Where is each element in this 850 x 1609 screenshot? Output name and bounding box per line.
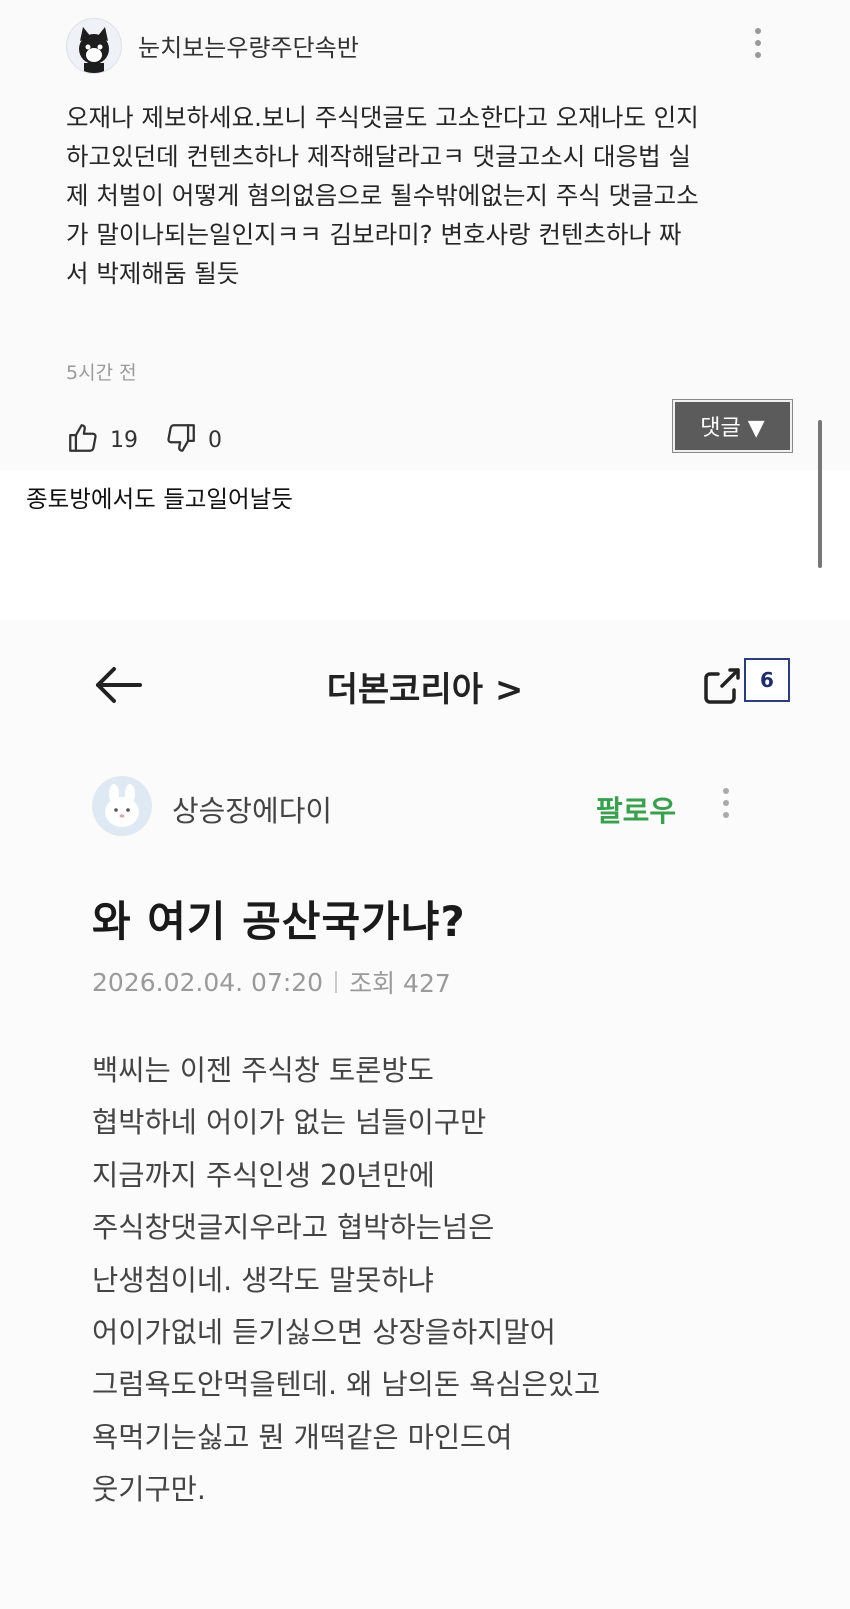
post-date: 2026.02.04. 07:20 bbox=[92, 967, 324, 997]
post-line: 그럼욕도안먹을텐데. 왜 남의돈 욕심은있고 bbox=[92, 1368, 601, 1402]
follow-button[interactable]: 팔로우 bbox=[596, 788, 676, 830]
author-name[interactable]: 상승장에다이 bbox=[172, 788, 332, 830]
post-title: 와 여기 공산국가냐? bbox=[92, 897, 466, 946]
share-icon[interactable] bbox=[700, 662, 746, 708]
post-line: 난생첨이네. 생각도 말못하냐 bbox=[92, 1263, 434, 1297]
dislike-count: 0 bbox=[208, 427, 222, 453]
post-line: 협박하네 어이가 없는 넘들이구만 bbox=[92, 1106, 487, 1140]
scrollbar[interactable] bbox=[818, 420, 822, 568]
comment-card: 눈치보는우량주단속반 오재나 제보하세요.보니 주식댓글도 고소한다고 오재나도… bbox=[0, 0, 850, 470]
post-line: 지금까지 주식인생 20년만에 bbox=[92, 1158, 435, 1192]
more-vertical-icon[interactable] bbox=[752, 28, 764, 68]
post-line: 주식창댓글지우라고 협박하는넘은 bbox=[92, 1211, 495, 1245]
comment-line: 하고있던데 컨텐츠하나 제작해달라고ㅋ 댓글고소시 대응법 실 bbox=[66, 142, 691, 171]
post-line: 욕먹기는싫고 뭔 개떡같은 마인드여 bbox=[92, 1420, 513, 1454]
comment-body: 오재나 제보하세요.보니 주식댓글도 고소한다고 오재나도 인지 하고있던데 컨… bbox=[66, 98, 786, 293]
comment-actions: 19 0 bbox=[66, 420, 248, 460]
post-line: 웃기구만. bbox=[92, 1473, 206, 1507]
reply-button[interactable]: 댓글 ▼ bbox=[673, 400, 792, 452]
post-line: 어이가없네 듣기싫으면 상장을하지말어 bbox=[92, 1316, 556, 1350]
bunny-avatar-icon bbox=[105, 784, 139, 827]
meta-divider bbox=[335, 971, 338, 993]
comment-line: 가 말이나되는일인지ㅋㅋ 김보라미? 변호사랑 컨텐츠하나 짜 bbox=[66, 220, 682, 249]
user-avatar[interactable] bbox=[66, 18, 122, 74]
thumbs-down-icon[interactable] bbox=[164, 421, 198, 459]
caption-text: 종토방에서도 들고일어날듯 bbox=[26, 485, 293, 513]
post-views: 조회 427 bbox=[349, 969, 451, 998]
comment-line: 오재나 제보하세요.보니 주식댓글도 고소한다고 오재나도 인지 bbox=[66, 103, 699, 132]
cat-avatar-icon bbox=[79, 27, 109, 73]
more-vertical-icon[interactable] bbox=[720, 788, 732, 828]
post-body: 백씨는 이젠 주식창 토론방도 협박하네 어이가 없는 넘들이구만 지금까지 주… bbox=[92, 1045, 792, 1517]
like-count: 19 bbox=[110, 427, 138, 453]
author-avatar[interactable] bbox=[92, 776, 152, 836]
post-line: 백씨는 이젠 주식창 토론방도 bbox=[92, 1054, 434, 1087]
comment-line: 제 처벌이 어떻게 혐의없음으로 될수밖에없는지 주식 댓글고소 bbox=[66, 181, 699, 210]
thumbs-up-icon[interactable] bbox=[66, 421, 100, 459]
comment-line: 서 박제해둠 될듯 bbox=[66, 259, 240, 288]
comment-username[interactable]: 눈치보는우량주단속반 bbox=[138, 28, 359, 63]
post-meta: 2026.02.04. 07:20 조회 427 bbox=[92, 964, 451, 1000]
share-count-badge: 6 bbox=[744, 658, 790, 702]
comment-timestamp: 5시간 전 bbox=[66, 362, 137, 384]
embedded-screenshot: 더본코리아 > 상승장에다이 팔로우 와 여기 공산국가냐? 2026.02.0… bbox=[0, 620, 850, 1609]
